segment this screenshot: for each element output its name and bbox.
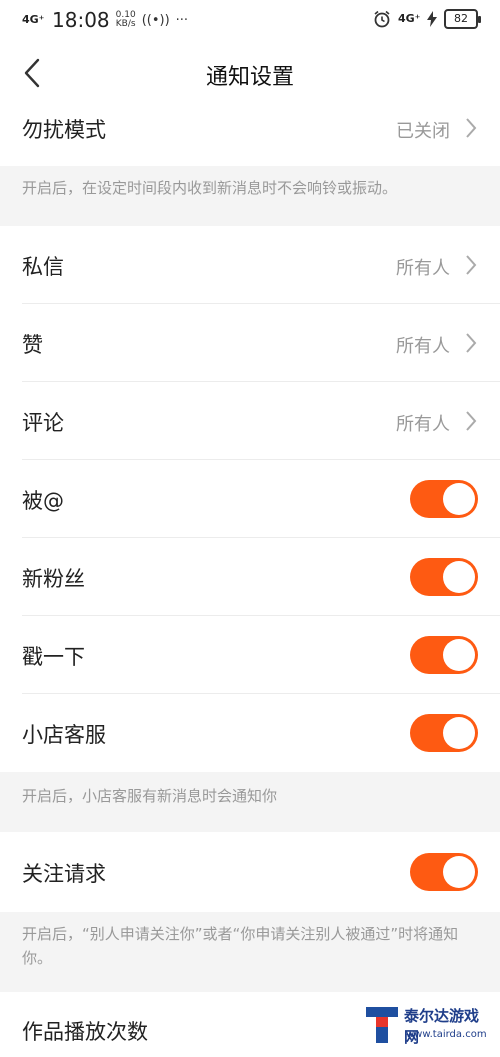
page-title: 通知设置 (205, 65, 294, 90)
network-speed: 0.10 KB/s (116, 11, 136, 29)
speed-unit: KB/s (115, 19, 136, 29)
watermark-text: 泰尔达游戏网 (404, 1007, 480, 1046)
charging-icon (427, 11, 437, 27)
toggle-label: 被@ (22, 489, 64, 513)
item-label: 评论 (22, 411, 64, 435)
watermark-logo-icon (366, 1007, 398, 1043)
toggle-label: 关注请求 (22, 862, 106, 886)
chevron-right-icon (466, 118, 477, 138)
new-fans-toggle[interactable] (410, 558, 478, 596)
dnd-note: 开启后，在设定时间段内收到新消息时不会响铃或振动。 (0, 166, 500, 226)
toggle-knob (443, 561, 475, 593)
dnd-label: 勿扰模式 (22, 118, 106, 142)
toggle-knob (443, 717, 475, 749)
item-comments[interactable]: 评论 所有人 (0, 382, 500, 460)
toggle-knob (443, 483, 475, 515)
shop-note: 开启后，小店客服有新消息时会通知你 (0, 772, 500, 832)
status-left: 4G⁺ 18:08 0.10 KB/s ((•)) ··· (22, 8, 188, 32)
status-bar: 4G⁺ 18:08 0.10 KB/s ((•)) ··· 4G⁺ 82 (0, 0, 500, 40)
battery-indicator: 82 (444, 9, 481, 29)
dnd-note-text: 开启后，在设定时间段内收到新消息时不会响铃或振动。 (22, 179, 398, 197)
item-private-message[interactable]: 私信 所有人 (0, 226, 500, 304)
follow-note-text: 开启后，“别人申请关注你”或者“你申请关注别人被通过”时将通知你。 (22, 925, 459, 967)
play-count-label: 作品播放次数 (22, 1020, 148, 1044)
follow-note: 开启后，“别人申请关注你”或者“你申请关注别人被通过”时将通知你。 (0, 912, 500, 992)
chevron-right-icon (466, 255, 477, 275)
status-right: 4G⁺ 82 (373, 9, 481, 29)
mention-toggle[interactable] (410, 480, 478, 518)
toggle-knob (443, 856, 475, 888)
hotspot-icon: ((•)) (141, 12, 170, 28)
dnd-value: 已关闭 (396, 121, 450, 142)
clock: 18:08 (52, 8, 110, 32)
header: 通知设置 (0, 40, 500, 108)
follow-request-toggle[interactable] (410, 853, 478, 891)
toggle-row-follow-request: 关注请求 (0, 832, 500, 912)
alarm-icon (374, 10, 390, 28)
network-indicator: 4G⁺ (398, 12, 421, 25)
shop-service-toggle[interactable] (410, 714, 478, 752)
item-value: 所有人 (396, 414, 450, 435)
poke-toggle[interactable] (410, 636, 478, 674)
toggle-label: 小店客服 (22, 723, 106, 747)
watermark: 泰尔达游戏网 www.tairda.com (364, 999, 492, 1053)
toggle-label: 新粉丝 (22, 567, 85, 591)
item-value: 所有人 (396, 336, 450, 357)
toggle-row-new-fans: 新粉丝 (0, 538, 500, 616)
dnd-row[interactable]: 勿扰模式 已关闭 (0, 108, 500, 166)
watermark-url: www.tairda.com (406, 1029, 487, 1040)
item-likes[interactable]: 赞 所有人 (0, 304, 500, 382)
toggle-row-poke: 戳一下 (0, 616, 500, 694)
toggle-label: 戳一下 (22, 645, 85, 669)
item-label: 私信 (22, 255, 64, 279)
item-label: 赞 (22, 333, 43, 357)
shop-note-text: 开启后，小店客服有新消息时会通知你 (22, 787, 278, 805)
more-notifications-icon: ··· (175, 12, 189, 28)
toggle-row-shop-service: 小店客服 (0, 694, 500, 772)
chevron-right-icon (466, 333, 477, 353)
chevron-right-icon (466, 411, 477, 431)
item-value: 所有人 (396, 258, 450, 279)
toggle-row-mention: 被@ (0, 460, 500, 538)
toggle-knob (443, 639, 475, 671)
signal-indicator: 4G⁺ (22, 13, 45, 26)
